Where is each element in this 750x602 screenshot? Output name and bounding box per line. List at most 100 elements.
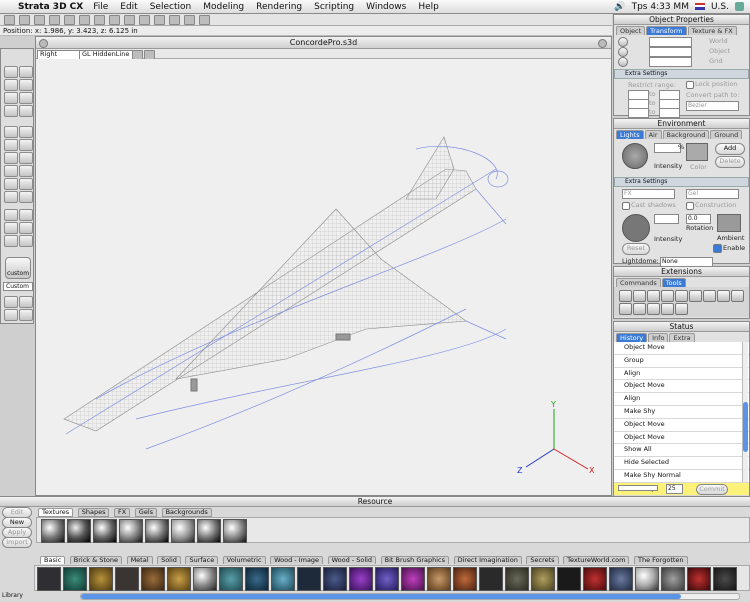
history-slider[interactable] [618,485,658,491]
light-direction-dial[interactable] [622,143,648,169]
lib-tab-secrets[interactable]: Secrets [526,556,559,564]
orbit-tool-icon[interactable] [19,105,33,117]
paste-icon[interactable] [64,14,75,25]
duplicate-icon[interactable] [79,14,90,25]
ambient-sphere-preview[interactable] [622,214,650,242]
scale-tool-icon[interactable] [4,105,18,117]
flag-icon[interactable] [694,3,705,10]
mode-d-icon[interactable] [19,309,33,321]
library-texture[interactable] [479,567,503,591]
texture-swatch[interactable] [223,519,247,543]
mode-a-icon[interactable] [4,296,18,308]
menu-file[interactable]: File [93,2,108,12]
lib-tab-bit-brush[interactable]: Bit Brush Graphics [380,556,450,564]
library-texture[interactable] [141,567,165,591]
menu-rendering[interactable]: Rendering [256,2,302,12]
world-radio-label[interactable]: World [709,37,728,45]
light-color-swatch[interactable] [686,143,708,161]
ext-tool-11-icon[interactable] [633,303,646,315]
history-item[interactable]: Group [614,354,749,368]
lib-tab-brick-stone[interactable]: Brick & Stone [69,556,123,564]
ext-tool-1-icon[interactable] [619,290,632,302]
tab-info[interactable]: Info [648,333,669,342]
gel-select[interactable]: Gel [686,189,739,199]
library-texture[interactable] [37,567,61,591]
reset-button[interactable]: Reset [622,243,650,255]
ext-tool-4-icon[interactable] [661,290,674,302]
library-texture[interactable] [193,567,217,591]
library-texture[interactable] [167,567,191,591]
ext-tool-9-icon[interactable] [731,290,744,302]
custom-tool-button[interactable]: custom [5,257,31,279]
library-texture[interactable] [557,567,581,591]
texture-swatch[interactable] [119,519,143,543]
locale-label[interactable]: U.S. [711,2,729,12]
spotlight-tool-icon[interactable] [19,209,33,221]
eyedropper-tool-icon[interactable] [19,79,33,91]
ext-tool-8-icon[interactable] [717,290,730,302]
lib-tab-the-forgotten[interactable]: The Forgotten [634,556,688,564]
library-label[interactable]: Library [2,592,32,601]
library-scrollbar[interactable] [80,593,740,600]
ruler-icon[interactable] [199,14,210,25]
menu-help[interactable]: Help [418,2,439,12]
lib-tab-surface[interactable]: Surface [185,556,219,564]
ext-tool-13-icon[interactable] [661,303,674,315]
menu-modeling[interactable]: Modeling [203,2,244,12]
tab-air[interactable]: Air [644,130,662,139]
bevel-tool-icon[interactable] [4,235,18,247]
ext-tool-3-icon[interactable] [647,290,660,302]
ext-tool-7-icon[interactable] [703,290,716,302]
tab-gels[interactable]: Gels [134,508,158,517]
mode-b-icon[interactable] [19,296,33,308]
tab-object[interactable]: Object [616,26,646,35]
texture-swatch[interactable] [67,519,91,543]
lib-tab-direct-imagination[interactable]: Direct Imagination [453,556,522,564]
light-tool-icon[interactable] [4,209,18,221]
rotation-field[interactable]: 0.0 [686,214,711,224]
app-switcher-icon[interactable] [735,2,744,11]
rotation-radio[interactable] [618,47,628,57]
decal-tool-icon[interactable] [4,152,18,164]
zoom-window-icon[interactable] [598,39,607,48]
library-texture[interactable] [609,567,633,591]
library-texture[interactable] [89,567,113,591]
hand-tool-icon[interactable] [4,79,18,91]
history-item[interactable]: Object Move [614,342,749,355]
history-item[interactable]: Align [614,393,749,406]
lib-tab-wood-image[interactable]: Wood - Image [270,556,324,564]
scale-radio[interactable] [618,57,628,67]
library-scroll-thumb[interactable] [81,594,681,599]
ext-tool-2-icon[interactable] [633,290,646,302]
paint-tool-icon[interactable] [4,126,18,138]
map-tool-icon[interactable] [19,139,33,151]
sphere-tool-icon[interactable] [19,178,33,190]
lock-position-checkbox[interactable] [686,81,694,89]
redo-icon[interactable] [19,14,30,25]
lib-tab-wood-solid[interactable]: Wood - Solid [327,556,377,564]
extra-settings-header[interactable]: Extra Settings [614,69,749,79]
tab-lights[interactable]: Lights [616,130,644,139]
tab-background[interactable]: Background [662,130,710,139]
tab-tools[interactable]: Tools [661,278,686,287]
transform-y-field[interactable] [649,47,692,57]
intensity-field[interactable] [654,143,681,153]
position-radio[interactable] [618,37,628,47]
menu-selection[interactable]: Selection [150,2,191,12]
tab-fx[interactable]: FX [114,508,131,517]
tab-extra[interactable]: Extra [669,333,695,342]
app-menu[interactable]: Strata 3D CX [18,2,83,12]
history-item[interactable]: Show All [614,444,749,458]
tab-texture-fx[interactable]: Texture & FX [687,26,737,35]
align-icon[interactable] [184,14,195,25]
ext-tool-14-icon[interactable] [675,303,688,315]
library-texture[interactable] [687,567,711,591]
fx-tool-icon[interactable] [19,152,33,164]
library-texture[interactable] [271,567,295,591]
history-item[interactable]: Object Move [614,431,749,445]
library-texture[interactable] [713,567,737,591]
range-z-min[interactable] [628,108,649,118]
delete-light-button[interactable]: Delete [715,156,745,168]
library-texture[interactable] [427,567,451,591]
concorde-wireframe-model[interactable]: Y X Z [36,59,611,495]
